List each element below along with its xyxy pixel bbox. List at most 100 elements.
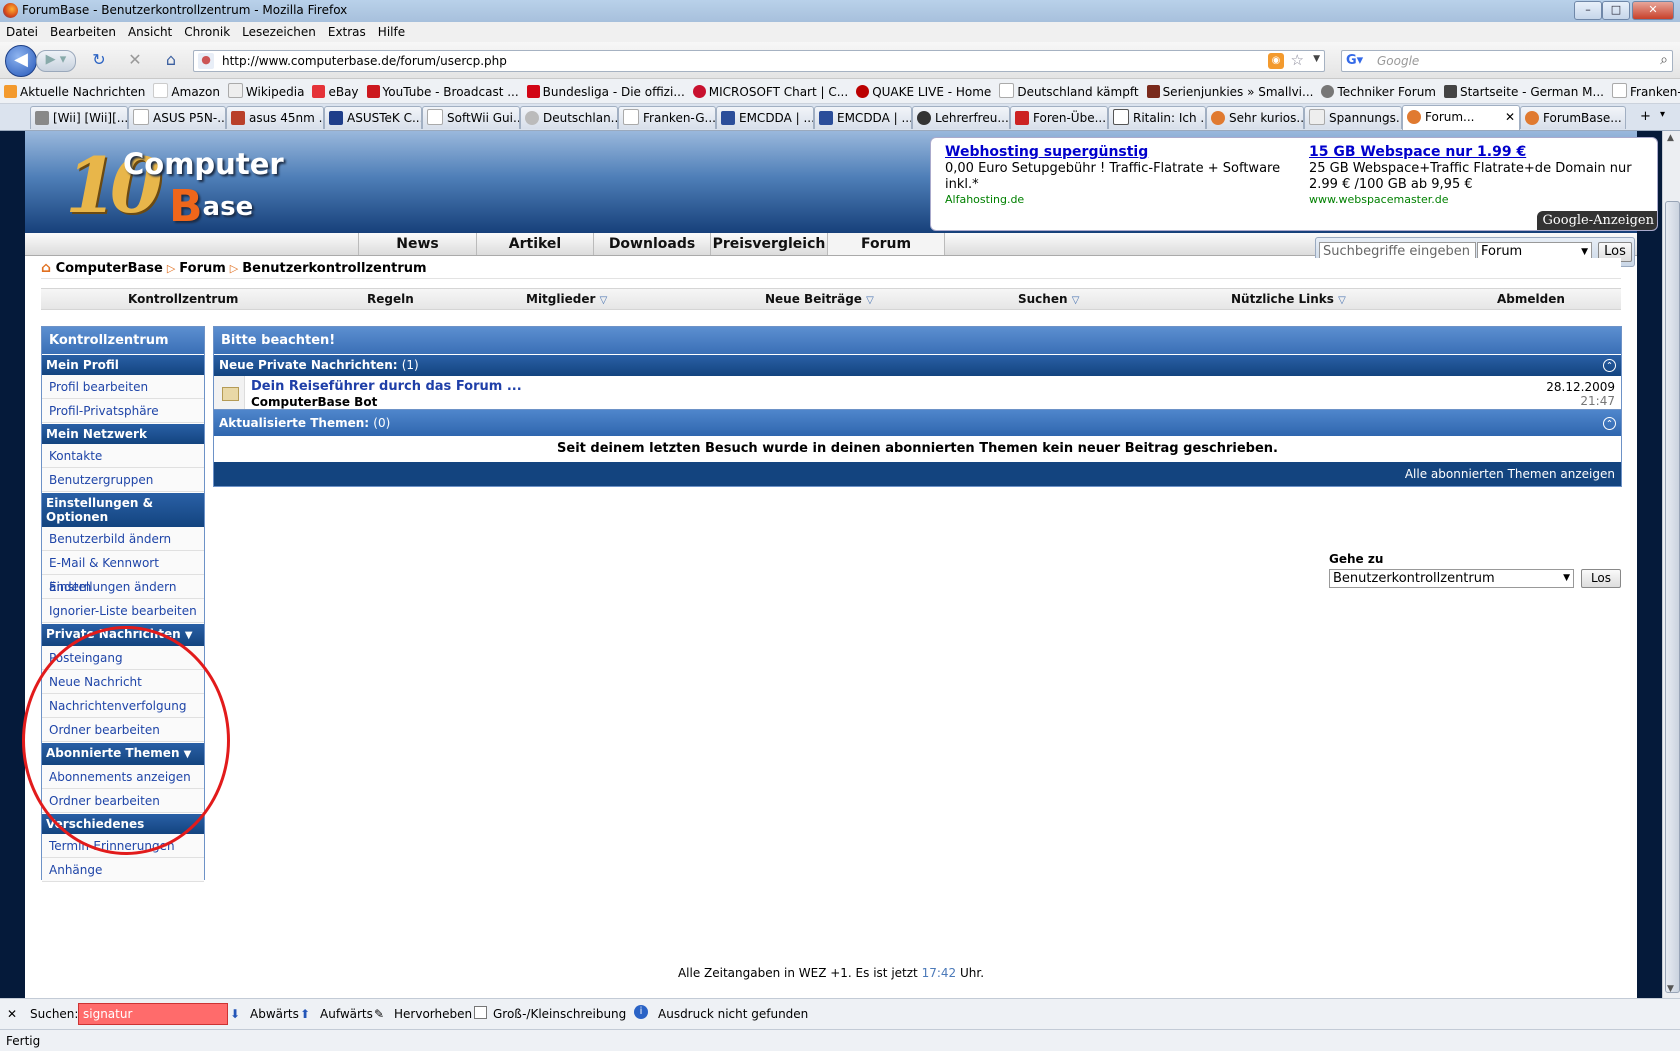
url-bar[interactable]: ● http://www.computerbase.de/forum/userc…	[193, 50, 1325, 72]
new-tab-icon[interactable]: +	[1640, 109, 1651, 124]
bookmark-star-icon[interactable]: ☆	[1291, 51, 1304, 69]
tab[interactable]: Lehrerfreu...	[912, 106, 1010, 129]
sidebar-link[interactable]: Anhänge	[42, 858, 204, 882]
menu-extras[interactable]: Extras	[322, 22, 372, 39]
nav-artikel[interactable]: Artikel	[476, 233, 593, 255]
sidebar-link[interactable]: Einstellungen ändern	[42, 575, 204, 599]
sidebar-link[interactable]: Ordner bearbeiten	[42, 789, 204, 813]
computerbase-logo[interactable]: 10 Computer Base	[65, 141, 305, 232]
sidebar-heading[interactable]: Abonnierte Themen ▼	[42, 742, 204, 765]
reload-icon[interactable]: ↻	[88, 50, 110, 70]
bookmark-item[interactable]: eBay	[308, 85, 362, 99]
search-icon[interactable]: ⌕	[1660, 52, 1668, 68]
menu-ansicht[interactable]: Ansicht	[122, 22, 178, 39]
goto-button[interactable]: Los	[1581, 569, 1621, 588]
scroll-up-icon[interactable]: ▲	[1667, 133, 1674, 143]
tab[interactable]: [Wii] [Wii][...	[30, 106, 128, 129]
google-ads-label[interactable]: Google-Anzeigen	[1536, 211, 1657, 230]
tab[interactable]: Sehr kurios...	[1206, 106, 1304, 129]
collapse-icon[interactable]: ⌃	[1603, 417, 1616, 430]
sidebar-link[interactable]: Profil-Privatsphäre	[42, 399, 204, 423]
arrow-down-icon[interactable]: ⬇	[230, 1007, 240, 1021]
sidebar-link[interactable]: Abonnements anzeigen	[42, 765, 204, 789]
sidebar-title[interactable]: Kontrollzentrum	[42, 327, 204, 354]
goto-select[interactable]: Benutzerkontrollzentrum ▼	[1329, 569, 1574, 588]
highlight-icon[interactable]: ✎	[374, 1007, 384, 1021]
tab[interactable]: Franken-G...	[618, 106, 716, 129]
bookmark-item[interactable]: YouTube - Broadcast ...	[363, 85, 523, 99]
ucp-nav-regeln[interactable]: Regeln	[367, 289, 414, 309]
bookmark-item[interactable]: Wikipedia	[224, 83, 309, 99]
close-findbar-icon[interactable]: ✕	[7, 1007, 17, 1021]
arrow-up-icon[interactable]: ⬆	[300, 1007, 310, 1021]
tab[interactable]: ASUSTeK C...	[324, 106, 422, 129]
nav-preisvergleich[interactable]: Preisvergleich	[710, 233, 827, 255]
sidebar-link[interactable]: Posteingang	[42, 646, 204, 670]
bookmark-item[interactable]: Serienjunkies » Smallvi...	[1143, 85, 1318, 99]
bookmark-item[interactable]: MICROSOFT Chart | C...	[689, 85, 852, 99]
collapse-icon[interactable]: ⌃	[1603, 359, 1616, 372]
highlight-button[interactable]: Hervorheben	[394, 1007, 472, 1021]
stop-icon[interactable]: ✕	[124, 50, 146, 70]
ucp-nav-kontrollzentrum[interactable]: Kontrollzentrum	[128, 289, 238, 309]
bookmark-item[interactable]: Aktuelle Nachrichten	[0, 85, 149, 99]
scroll-down-icon[interactable]: ▼	[1667, 984, 1674, 994]
ad-url[interactable]: www.webspacemaster.de	[1309, 193, 1649, 206]
bookmark-item[interactable]: Amazon	[149, 83, 224, 99]
tab[interactable]: Foren-Übe...	[1010, 106, 1108, 129]
sidebar-link[interactable]: Nachrichtenverfolgung	[42, 694, 204, 718]
forward-button[interactable]: ▶ ▾	[36, 50, 76, 72]
menu-chronik[interactable]: Chronik	[178, 22, 236, 39]
ad-headline-link[interactable]: Webhosting supergünstig	[945, 144, 1285, 160]
tab[interactable]: EMCDDA | ...	[814, 106, 912, 129]
sidebar-link[interactable]: Neue Nachricht	[42, 670, 204, 694]
tab[interactable]: asus 45nm ...	[226, 106, 324, 129]
sidebar-link[interactable]: Kontakte	[42, 444, 204, 468]
vertical-scrollbar[interactable]: ▲ ▼	[1662, 131, 1680, 998]
sidebar-link[interactable]: E-Mail & Kennwort ändern	[42, 551, 204, 594]
tab[interactable]: SoftWii Gui...	[422, 106, 520, 129]
sidebar-link[interactable]: Profil bearbeiten	[42, 375, 204, 399]
browser-search-box[interactable]: G▾ Google ⌕	[1341, 50, 1673, 72]
nav-news[interactable]: News	[358, 233, 476, 255]
close-tab-icon[interactable]: ✕	[1505, 106, 1515, 128]
tab[interactable]: Ritalin: Ich ...	[1108, 106, 1206, 129]
match-case-checkbox[interactable]	[474, 1006, 487, 1019]
menu-lesezeichen[interactable]: Lesezeichen	[236, 22, 322, 39]
maximize-button[interactable]: □	[1602, 1, 1630, 20]
sidebar-link[interactable]: Benutzerbild ändern	[42, 527, 204, 551]
find-previous-button[interactable]: Aufwärts	[320, 1007, 373, 1021]
nav-forum[interactable]: Forum	[827, 233, 945, 255]
breadcrumb-forum[interactable]: Forum	[179, 261, 226, 276]
back-button[interactable]: ◀	[5, 45, 37, 77]
sidebar-link[interactable]: Benutzergruppen	[42, 468, 204, 492]
bookmark-item[interactable]: Deutschland kämpft	[995, 83, 1142, 99]
tab-list-icon[interactable]: ▾	[1660, 109, 1665, 120]
bookmark-item[interactable]: Techniker Forum	[1317, 85, 1440, 99]
ucp-nav-suchen[interactable]: Suchen ▽	[1018, 289, 1079, 311]
all-subscriptions-link[interactable]: Alle abonnierten Themen anzeigen	[1405, 467, 1615, 481]
close-window-button[interactable]: ✕	[1632, 1, 1674, 20]
tab[interactable]: Deutschlan...	[520, 106, 618, 129]
tab[interactable]: ForumBase...	[1520, 106, 1626, 129]
ucp-nav-mitglieder[interactable]: Mitglieder ▽	[526, 289, 607, 311]
scrollbar-thumb[interactable]	[1665, 201, 1680, 993]
url-dropdown-icon[interactable]: ▼	[1313, 54, 1320, 64]
ad-url[interactable]: Alfahosting.de	[945, 193, 1285, 206]
ucp-nav-nuetzliche-links[interactable]: Nützliche Links ▽	[1231, 289, 1346, 311]
bookmark-item[interactable]: QUAKE LIVE - Home	[852, 85, 995, 99]
sidebar-link[interactable]: Ordner bearbeiten	[42, 718, 204, 742]
menu-hilfe[interactable]: Hilfe	[372, 22, 411, 39]
minimize-button[interactable]: –	[1574, 1, 1602, 20]
ucp-nav-neue-beitraege[interactable]: Neue Beiträge ▽	[765, 289, 874, 311]
bookmark-item[interactable]: Startseite - German M...	[1440, 85, 1608, 99]
home-icon[interactable]: ⌂	[41, 260, 51, 276]
match-case-label[interactable]: Groß-/Kleinschreibung	[493, 1007, 626, 1021]
ucp-nav-abmelden[interactable]: Abmelden	[1497, 289, 1565, 309]
tab[interactable]: Spannungs...	[1304, 106, 1402, 129]
bookmark-item[interactable]: Franken-Götter :: Index	[1608, 83, 1680, 99]
find-next-button[interactable]: Abwärts	[250, 1007, 299, 1021]
ad-headline-link[interactable]: 15 GB Webspace nur 1.99 €	[1309, 144, 1649, 160]
bookmark-item[interactable]: Bundesliga - Die offizi...	[523, 85, 689, 99]
menu-datei[interactable]: Datei	[0, 22, 44, 39]
